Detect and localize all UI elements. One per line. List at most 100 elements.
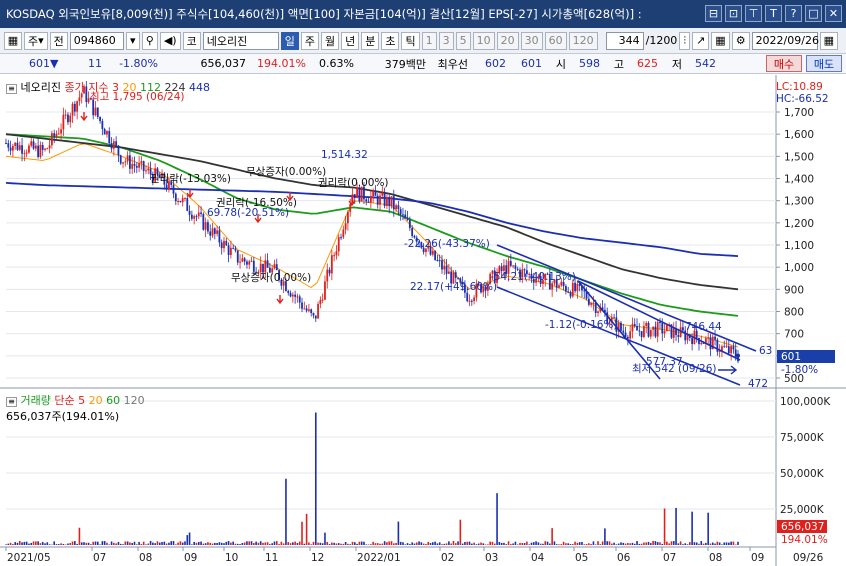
search-icon[interactable]: ⚲: [141, 31, 158, 50]
candle-body: [571, 282, 574, 297]
minute-option-5[interactable]: 5: [455, 31, 471, 50]
candle-body: [218, 230, 221, 243]
candle-body: [436, 259, 439, 261]
volume-bar: [227, 540, 230, 545]
volume-bar: [257, 542, 260, 545]
minute-option-120[interactable]: 120: [568, 31, 598, 50]
jeon-button[interactable]: 전: [49, 31, 68, 50]
chart-type-icon[interactable]: ⫶: [679, 31, 691, 50]
volume-bar: [214, 542, 216, 545]
volume-bar: [248, 541, 251, 545]
candle-body: [569, 292, 572, 297]
volume-bar: [725, 542, 728, 545]
volume-bar: [372, 541, 374, 545]
volume-bar: [415, 542, 418, 545]
minute-option-20[interactable]: 20: [496, 31, 519, 50]
candle-body: [399, 209, 402, 215]
volume-bar: [709, 543, 712, 545]
volume-bar: [567, 543, 569, 545]
volume-bar: [544, 541, 547, 545]
tab-tick[interactable]: 틱: [401, 31, 420, 50]
volume-bar: [523, 543, 526, 545]
date-input[interactable]: 2022/09/26: [751, 31, 819, 50]
legend-ma448: 448: [188, 81, 210, 94]
candle-body: [195, 216, 198, 218]
minute-option-10[interactable]: 10: [472, 31, 495, 50]
candle-body: [470, 300, 473, 302]
candle-body: [677, 335, 680, 337]
volume-bar: [700, 541, 703, 545]
candle-body: [21, 145, 23, 154]
volume-bar: [473, 542, 475, 545]
stock-code-input[interactable]: 094860: [69, 31, 124, 50]
tab-year[interactable]: 년: [341, 31, 360, 50]
volume-bar: [585, 543, 588, 545]
count-input[interactable]: 344: [605, 31, 644, 50]
price-tick-label: 700: [784, 329, 804, 341]
candle-body: [62, 114, 65, 130]
stock-name-field[interactable]: 네오리진: [202, 31, 279, 50]
help-icon[interactable]: ?: [785, 5, 802, 22]
minute-option-1[interactable]: 1: [421, 31, 437, 50]
x-tick-label: 2022/01: [357, 552, 401, 564]
market-select[interactable]: 주 ▾: [24, 31, 48, 50]
volume-bar: [516, 544, 519, 545]
tab-second[interactable]: 초: [381, 31, 400, 50]
volume-bar: [468, 541, 471, 545]
candle-body: [324, 281, 326, 300]
candle-body: [179, 201, 182, 203]
buy-button[interactable]: 매수: [766, 55, 802, 72]
volume-ratio: 194.01%: [257, 57, 306, 70]
grid-icon[interactable]: ▦: [711, 31, 730, 50]
grid-toggle-icon[interactable]: ▦: [4, 31, 22, 50]
minute-option-3[interactable]: 3: [438, 31, 454, 50]
volume-label: 거래량: [20, 394, 51, 407]
minute-option-60[interactable]: 60: [544, 31, 567, 50]
candle-body: [204, 222, 207, 230]
volume-bar: [452, 540, 455, 545]
volume-bar: [620, 542, 622, 545]
volume-bar: [395, 542, 397, 545]
calendar-icon[interactable]: ▦: [819, 31, 838, 50]
volume-bar: [613, 542, 615, 545]
volume-bar: [569, 544, 572, 545]
volume-bar: [241, 542, 244, 545]
minute-option-30[interactable]: 30: [520, 31, 543, 50]
tab-month[interactable]: 월: [320, 31, 340, 50]
settings-icon[interactable]: ⚙: [731, 31, 750, 50]
volume-bar: [656, 542, 659, 545]
close-icon[interactable]: ✕: [825, 5, 842, 22]
volume-bar: [643, 542, 645, 545]
tile-icon[interactable]: ⊡: [725, 5, 742, 22]
layout-icon[interactable]: ⊟: [705, 5, 722, 22]
sell-button[interactable]: 매도: [806, 55, 842, 72]
draw-tool-icon[interactable]: ↗: [692, 31, 710, 50]
volume-bar: [122, 544, 124, 545]
candle-body: [202, 213, 205, 230]
volume-bar: [714, 543, 716, 545]
volume-bar: [406, 543, 409, 545]
volume-bar: [328, 544, 331, 545]
tab-minute[interactable]: 분: [361, 31, 380, 50]
candle-body: [672, 327, 675, 338]
chart-area[interactable]: 1,700 1,600 1,500 1,400 1,300 1,200 1,100 1,000…: [0, 75, 846, 566]
candle-body: [629, 331, 632, 339]
chart-menu-icon[interactable]: ≡: [6, 84, 17, 94]
volume-legend: ≡ 거래량 단순 5 20 60 120 656,037주(194.01%): [6, 392, 145, 424]
pin-icon[interactable]: ⊤: [745, 5, 762, 22]
code-dropdown-icon[interactable]: ▾: [125, 31, 140, 50]
candle-body: [312, 313, 315, 316]
volume-bar: [457, 541, 459, 545]
candle-body: [353, 194, 356, 199]
volume-bar: [168, 542, 170, 545]
tab-day[interactable]: 일: [280, 31, 299, 50]
candle-body: [291, 294, 294, 297]
volume-bar: [500, 542, 503, 545]
speaker-icon[interactable]: ◀): [159, 31, 181, 50]
text-icon[interactable]: T: [765, 5, 782, 22]
volume-tick-label: 25,000K: [780, 504, 825, 516]
tab-week[interactable]: 주: [300, 31, 319, 50]
volume-bar: [39, 543, 42, 545]
volume-menu-icon[interactable]: ≡: [6, 397, 17, 407]
maximize-icon[interactable]: □: [805, 5, 822, 22]
